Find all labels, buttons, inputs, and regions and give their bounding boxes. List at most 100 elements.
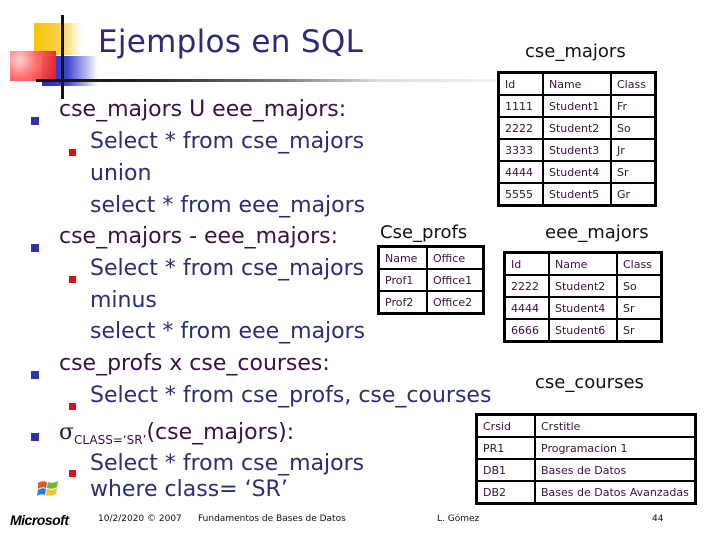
title-underline [36,79,380,82]
table-row: Prof2 Office2 [377,290,485,315]
sub-bullet-icon [69,276,76,283]
table-row: DB2 Bases de Datos Avanzadas [475,480,697,505]
table-cell: 4444 [503,296,550,320]
bullet-heading-selection: σCLASS=‘SR’(cse_majors): [59,420,294,447]
page-number: 44 [652,514,664,524]
table-cell: Student2 [542,116,612,140]
table-cell: 6666 [503,318,550,343]
table-cell: 5555 [497,182,544,207]
microsoft-logo: Microsoft [10,512,69,528]
table-cell: 2222 [497,116,544,140]
table-label-cse-courses: cse_courses [535,372,644,393]
table-header-row: Crsid Crstitle [475,413,697,438]
table-row: 3333 Student3 Jr [497,138,657,162]
table-header-row: Id Name Class [497,71,657,96]
table-label-cse-profs: Cse_profs [380,222,468,243]
bullet-heading: cse_majors U eee_majors: [59,97,347,122]
table-cell: Student4 [542,160,612,184]
table-header-cell: Crstitle [533,413,697,438]
table-cell: PR1 [475,436,536,460]
table-cell: Student4 [548,296,618,320]
table-cell: Prof2 [377,290,428,315]
table-cell: DB1 [475,458,536,482]
windows-flag-icon [37,481,58,496]
table-header-cell: Id [497,71,544,96]
table-header-cell: Crsid [475,413,536,438]
sub-bullet-icon [69,470,76,477]
table-cell: Office2 [426,290,485,315]
table-cell: DB2 [475,480,536,505]
table-cell: So [616,274,663,298]
table-cell: Bases de Datos Avanzadas [533,480,697,505]
sql-line: Select * from cse_majors [90,129,365,154]
table-cell: Sr [616,318,663,343]
table-cell: 3333 [497,138,544,162]
sub-bullet-icon [69,149,76,156]
sql-line: Select * from cse_profs, cse_courses [90,383,492,408]
sql-line: minus [90,288,157,313]
table-row: 6666 Student6 Sr [503,318,663,343]
eee-majors-table: Id Name Class 2222 Student2 So 4444 Student4 Sr 6… [503,251,663,343]
sigma-symbol: σ [59,420,75,445]
table-header-cell: Class [616,251,663,276]
table-label-cse-majors: cse_majors [525,41,626,62]
table-header-cell: Class [610,71,657,96]
table-row: 2222 Student2 So [503,274,663,298]
table-cell: Jr [610,138,657,162]
cse-courses-table: Crsid Crstitle PR1 Programacion 1 DB1 Bases d… [475,413,697,505]
table-cell: 2222 [503,274,550,298]
table-cell: Student1 [542,94,612,118]
footer-author: L. Gómez [437,514,480,524]
table-cell: Gr [610,182,657,207]
table-header-cell: Name [548,251,618,276]
selection-relation: (cse_majors): [146,420,295,445]
table-cell: 1111 [497,94,544,118]
sql-line: select * from eee_majors [90,319,366,344]
bullet-icon [31,117,39,125]
sql-line: Select * from cse_majors [90,256,365,281]
sub-bullet-icon [69,403,76,410]
table-row: 2222 Student2 So [497,116,657,140]
table-label-eee-majors: eee_majors [545,222,649,243]
sql-line: union [90,161,152,186]
table-cell: Programacion 1 [533,436,697,460]
table-row: 5555 Student5 Gr [497,182,657,207]
table-row: 4444 Student4 Sr [497,160,657,184]
table-row: PR1 Programacion 1 [475,436,697,460]
table-row: Prof1 Office1 [377,268,485,292]
table-header-row: Id Name Class [503,251,663,276]
slide-title: Ejemplos en SQL [98,24,364,60]
table-row: 1111 Student1 Fr [497,94,657,118]
table-cell: Student2 [548,274,618,298]
table-cell: Student5 [542,182,612,207]
table-cell: Fr [610,94,657,118]
table-cell: Student6 [548,318,618,343]
table-cell: Prof1 [377,268,428,292]
cse-majors-table: Id Name Class 1111 Student1 Fr 2222 Student2 So 3… [497,71,657,207]
table-cell: Office1 [426,268,485,292]
table-cell: So [610,116,657,140]
decor-vertical-line [61,15,64,99]
table-header-cell: Name [542,71,612,96]
selection-condition: CLASS=‘SR’ [74,433,147,447]
table-cell: Sr [610,160,657,184]
table-cell: Student3 [542,138,612,162]
table-header-cell: Name [377,245,428,270]
table-cell: Bases de Datos [533,458,697,482]
table-header-cell: Id [503,251,550,276]
bullet-icon [31,371,39,379]
bullet-heading: cse_majors - eee_majors: [59,224,339,249]
bullet-heading: cse_profs x cse_courses: [59,351,330,376]
table-header-cell: Office [426,245,485,270]
decor-red-square [10,51,56,81]
bullet-icon [31,244,39,252]
table-header-row: Name Office [377,245,485,270]
sql-line: select * from eee_majors [90,193,366,218]
table-cell: Sr [616,296,663,320]
cse-profs-table: Name Office Prof1 Office1 Prof2 Office2 [377,245,485,315]
table-row: 4444 Student4 Sr [503,296,663,320]
table-row: DB1 Bases de Datos [475,458,697,482]
bullet-icon [31,433,39,441]
sql-line: where class= ‘SR’ [90,477,288,502]
footer-date: 10/2/2020 © 2007 [98,514,182,524]
